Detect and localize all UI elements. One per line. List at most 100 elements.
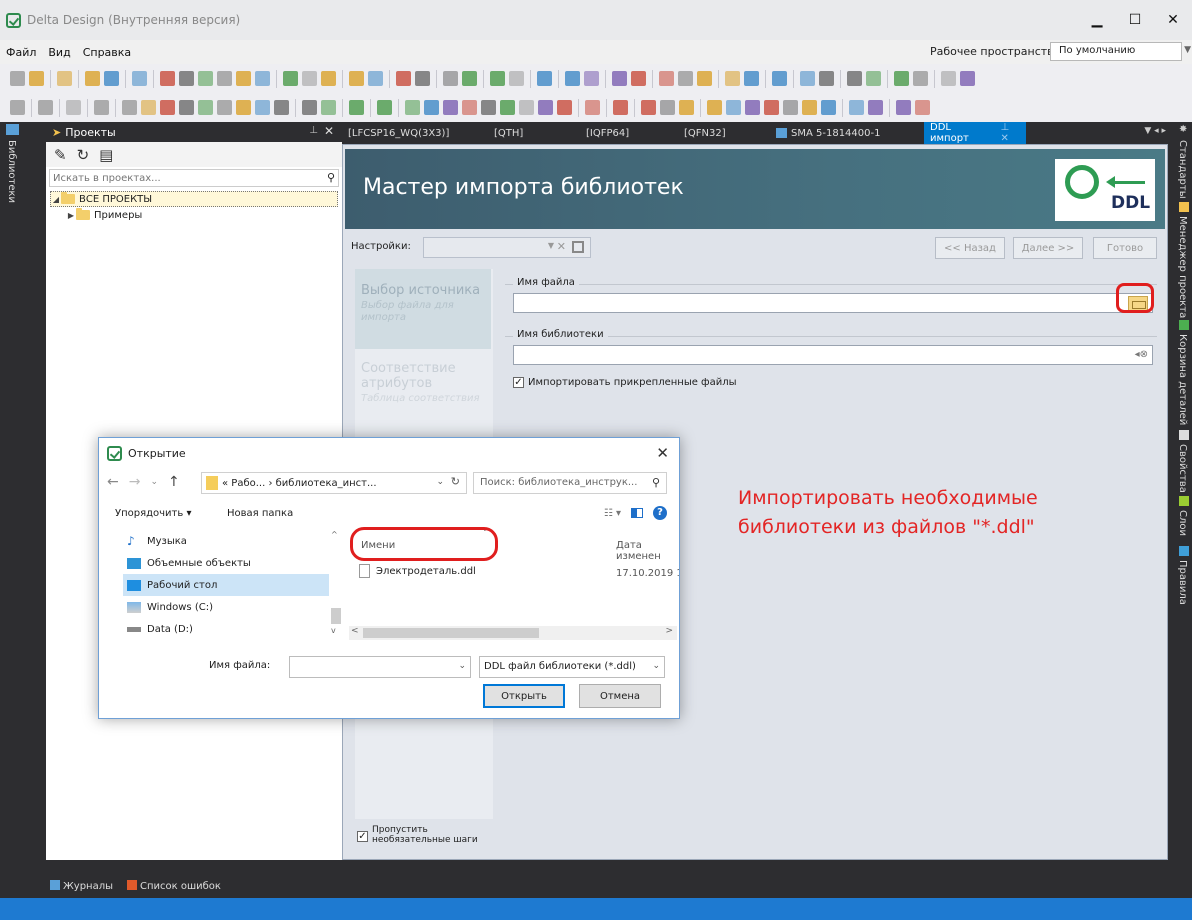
- search-icon[interactable]: ⚲: [652, 476, 660, 489]
- next-button[interactable]: Далее >>: [1013, 237, 1083, 259]
- toolbar-tool-icon[interactable]: [94, 100, 109, 115]
- scroll-left-icon[interactable]: <: [351, 626, 359, 636]
- toolbar-tool-icon[interactable]: [415, 71, 430, 86]
- toolbar-tool-icon[interactable]: [141, 100, 156, 115]
- toolbar-tool-icon[interactable]: [481, 100, 496, 115]
- toolbar-tool-icon[interactable]: [631, 71, 646, 86]
- toolbar-tool-icon[interactable]: [462, 71, 477, 86]
- close-icon[interactable]: ✕: [324, 124, 334, 138]
- scroll-right-icon[interactable]: >: [665, 626, 673, 636]
- toolbar-tool-icon[interactable]: [198, 71, 213, 86]
- file-type-filter[interactable]: DDL файл библиотеки (*.ddl) ⌄: [479, 656, 665, 678]
- import-attached-checkbox[interactable]: ✓: [513, 377, 524, 388]
- toolbar-tool-icon[interactable]: [443, 71, 458, 86]
- edit-icon[interactable]: ✎: [54, 146, 67, 164]
- toolbar-tool-icon[interactable]: [894, 71, 909, 86]
- toolbar-tool-icon[interactable]: [819, 71, 834, 86]
- close-icon[interactable]: ⊥ ✕: [1001, 122, 1020, 144]
- toolbar-tool-icon[interactable]: [565, 71, 580, 86]
- tab-iqfp64[interactable]: [IQFP64]: [580, 122, 635, 144]
- toolbar-tool-icon[interactable]: [557, 100, 572, 115]
- view-options-icon[interactable]: ☷ ▾: [604, 508, 621, 519]
- preview-pane-icon[interactable]: [631, 508, 643, 518]
- settings-combo[interactable]: ▼ ✕: [423, 237, 591, 258]
- toolbar-tool-icon[interactable]: [10, 71, 25, 86]
- minimize-button[interactable]: ▁: [1078, 0, 1116, 40]
- chevron-down-icon[interactable]: ⌄: [652, 661, 660, 671]
- address-bar[interactable]: « Рабо... › библиотека_инст... ⌄ ↻: [201, 472, 467, 494]
- toolbar-tool-icon[interactable]: [377, 100, 392, 115]
- projects-search-input[interactable]: [50, 170, 338, 186]
- toolbar-tool-icon[interactable]: [744, 71, 759, 86]
- search-icon[interactable]: ⚲: [327, 171, 335, 184]
- nav-item-3d-objects[interactable]: Объемные объекты: [123, 552, 329, 574]
- nav-item-music[interactable]: ♪ Музыка: [123, 530, 329, 552]
- back-button[interactable]: << Назад: [935, 237, 1005, 259]
- menu-file[interactable]: Файл: [0, 46, 42, 59]
- toolbar-tool-icon[interactable]: [38, 100, 53, 115]
- toolbar-tool-icon[interactable]: [847, 71, 862, 86]
- toolbar-tool-icon[interactable]: [57, 71, 72, 86]
- toolbar-tool-icon[interactable]: [613, 100, 628, 115]
- step-source[interactable]: Выбор источника Выбор файла для импорта: [355, 269, 491, 349]
- clear-icon[interactable]: ✕: [557, 240, 566, 253]
- toolbar-tool-icon[interactable]: [274, 100, 289, 115]
- tab-layers[interactable]: Слои: [1177, 510, 1188, 536]
- up-arrow-icon[interactable]: ↑: [168, 474, 180, 490]
- toolbar-tool-icon[interactable]: [302, 100, 317, 115]
- toolbar-tool-icon[interactable]: [490, 71, 505, 86]
- toolbar-tool-icon[interactable]: [368, 71, 383, 86]
- toolbar-tool-icon[interactable]: [585, 100, 600, 115]
- tab-standards[interactable]: Стандарты: [1177, 140, 1188, 199]
- close-icon[interactable]: ✕: [656, 444, 669, 462]
- toolbar-tool-icon[interactable]: [255, 100, 270, 115]
- tab-rules[interactable]: Правила: [1177, 560, 1188, 605]
- toolbar-tool-icon[interactable]: [236, 100, 251, 115]
- toolbar-tool-icon[interactable]: [960, 71, 975, 86]
- toolbar-tool-icon[interactable]: [726, 100, 741, 115]
- toolbar-tool-icon[interactable]: [396, 71, 411, 86]
- import-attached-row[interactable]: ✓ Импортировать прикрепленные файлы: [513, 377, 737, 388]
- toolbar-tool-icon[interactable]: [641, 100, 656, 115]
- tab-properties[interactable]: Свойства: [1177, 444, 1188, 493]
- toolbar-tool-icon[interactable]: [849, 100, 864, 115]
- cancel-button[interactable]: Отмена: [579, 684, 661, 708]
- tab-parts-basket[interactable]: Корзина деталей: [1177, 334, 1188, 425]
- expanded-arrow-icon[interactable]: ◢: [51, 195, 61, 204]
- scroll-up-icon[interactable]: ^: [331, 530, 338, 539]
- column-date[interactable]: Дата изменен: [616, 540, 679, 562]
- file-list-scrollbar[interactable]: < >: [349, 626, 677, 640]
- toolbar-tool-icon[interactable]: [519, 100, 534, 115]
- toolbar-tool-icon[interactable]: [866, 71, 881, 86]
- toolbar-tool-icon[interactable]: [821, 100, 836, 115]
- toolbar-tool-icon[interactable]: [302, 71, 317, 86]
- tab-project-manager[interactable]: Менеджер проекта: [1177, 216, 1188, 318]
- tab-errors[interactable]: Список ошибок: [127, 880, 221, 892]
- scroll-thumb[interactable]: [331, 608, 341, 624]
- dialog-file-name-input[interactable]: ⌄: [289, 656, 471, 678]
- chevron-down-icon[interactable]: ▼: [548, 241, 554, 250]
- toolbar-tool-icon[interactable]: [941, 71, 956, 86]
- nav-item-desktop[interactable]: Рабочий стол: [123, 574, 329, 596]
- toolbar-tool-icon[interactable]: [29, 71, 44, 86]
- chevron-down-icon[interactable]: ⌄: [458, 661, 466, 671]
- toolbar-tool-icon[interactable]: [800, 71, 815, 86]
- menu-view[interactable]: Вид: [42, 46, 76, 59]
- toolbar-tool-icon[interactable]: [321, 71, 336, 86]
- new-folder-button[interactable]: Новая папка: [227, 508, 293, 519]
- toolbar-tool-icon[interactable]: [321, 100, 336, 115]
- toolbar-tool-icon[interactable]: [160, 71, 175, 86]
- tab-ddl-import[interactable]: DDL импорт ⊥ ✕: [924, 122, 1026, 144]
- toolbar-tool-icon[interactable]: [85, 71, 100, 86]
- workspace-select[interactable]: По умолчанию ▼: [1050, 42, 1191, 61]
- maximize-button[interactable]: ☐: [1116, 0, 1154, 40]
- toolbar-tool-icon[interactable]: [915, 100, 930, 115]
- toolbar-tool-icon[interactable]: [104, 71, 119, 86]
- toolbar-tool-icon[interactable]: [509, 71, 524, 86]
- toolbar-tool-icon[interactable]: [772, 71, 787, 86]
- nav-item-windows-c[interactable]: Windows (C:): [123, 596, 329, 618]
- tab-libraries[interactable]: Библиотеки: [6, 140, 17, 203]
- toolbar-tool-icon[interactable]: [179, 71, 194, 86]
- toolbar-tool-icon[interactable]: [745, 100, 760, 115]
- toolbar-tool-icon[interactable]: [198, 100, 213, 115]
